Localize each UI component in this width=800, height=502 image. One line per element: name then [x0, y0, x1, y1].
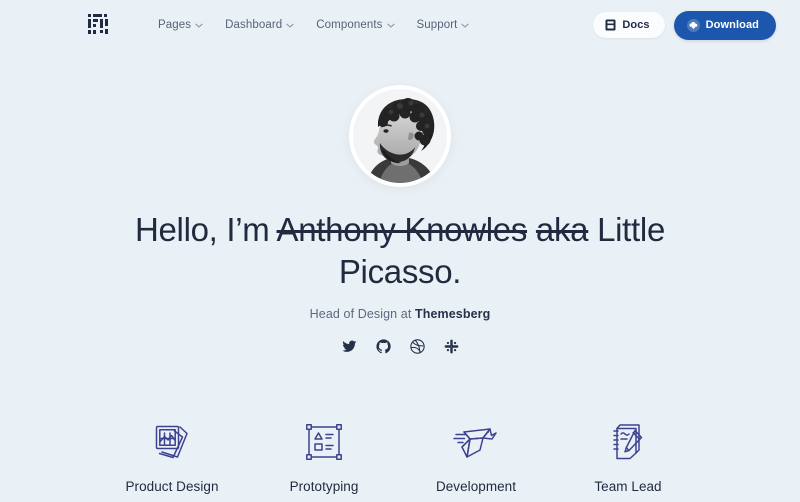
chevron-down-icon [286, 23, 295, 27]
feature-team-lead[interactable]: Team Lead [552, 415, 704, 494]
github-icon [375, 339, 391, 354]
chevron-down-icon [195, 23, 203, 27]
book-icon [605, 19, 616, 31]
feature-label: Prototyping [289, 479, 359, 494]
headline-lead: Hello, I’m [134, 211, 277, 248]
chevron-down-icon [461, 23, 470, 27]
social-link-twitter[interactable] [341, 339, 357, 354]
download-button[interactable]: Download [673, 10, 776, 40]
avatar-image [353, 89, 447, 183]
dribbble-icon [409, 339, 425, 354]
feature-label: Team Lead [594, 479, 662, 494]
feature-label: Development [435, 479, 517, 494]
brand-logo-icon[interactable] [86, 12, 112, 38]
cloud-download-icon [686, 18, 700, 32]
nav-item-components-label: Components [316, 19, 383, 31]
twitter-icon [341, 340, 356, 352]
nav-item-support[interactable]: Support [417, 19, 470, 31]
navbar-actions: Docs Download [593, 10, 776, 40]
avatar [349, 85, 451, 187]
page-title: Hello, I’m Anthony Knowles aka Little Pi… [0, 209, 800, 293]
docs-button[interactable]: Docs [593, 12, 665, 38]
hero-subtitle: Head of Design at Themesberg [0, 307, 800, 321]
headline-struck-name: Anthony Knowles [276, 211, 528, 248]
navbar: Pages Dashboard Components Support Docs … [0, 0, 800, 50]
social-link-dribbble[interactable] [409, 339, 425, 354]
social-link-slack[interactable] [444, 339, 459, 354]
feature-label: Product Design [125, 479, 219, 494]
feature-prototyping[interactable]: Prototyping [248, 415, 400, 494]
nav-item-support-label: Support [416, 19, 458, 31]
feature-product-design[interactable]: Product Design [96, 415, 248, 494]
hero-subtitle-prefix: Head of Design at [309, 306, 415, 321]
headline-struck-aka: aka [535, 211, 589, 248]
notepad-pen-icon [552, 415, 704, 465]
nav-item-dashboard-label: Dashboard [225, 19, 283, 31]
origami-bird-icon [400, 415, 552, 465]
social-links [0, 339, 800, 354]
nav-item-pages-label: Pages [158, 19, 192, 31]
slack-icon [444, 339, 458, 354]
nav-item-components[interactable]: Components [316, 19, 395, 31]
nav-item-dashboard[interactable]: Dashboard [225, 19, 295, 31]
docs-button-label: Docs [622, 19, 650, 31]
feature-list: Product Design Prototyping Development T… [0, 415, 800, 494]
nav-item-pages[interactable]: Pages [158, 19, 203, 31]
wireframe-icon [248, 415, 400, 465]
chevron-down-icon [386, 23, 395, 27]
download-button-label: Download [705, 19, 759, 31]
main-nav: Pages Dashboard Components Support [158, 19, 470, 31]
hero-subtitle-company: Themesberg [415, 306, 491, 321]
photo-stack-icon [96, 415, 248, 465]
profile-portrait-avatar-icon [353, 89, 447, 183]
social-link-github[interactable] [375, 339, 391, 354]
feature-development[interactable]: Development [400, 415, 552, 494]
hero-section: Hello, I’m Anthony Knowles aka Little Pi… [0, 50, 800, 354]
